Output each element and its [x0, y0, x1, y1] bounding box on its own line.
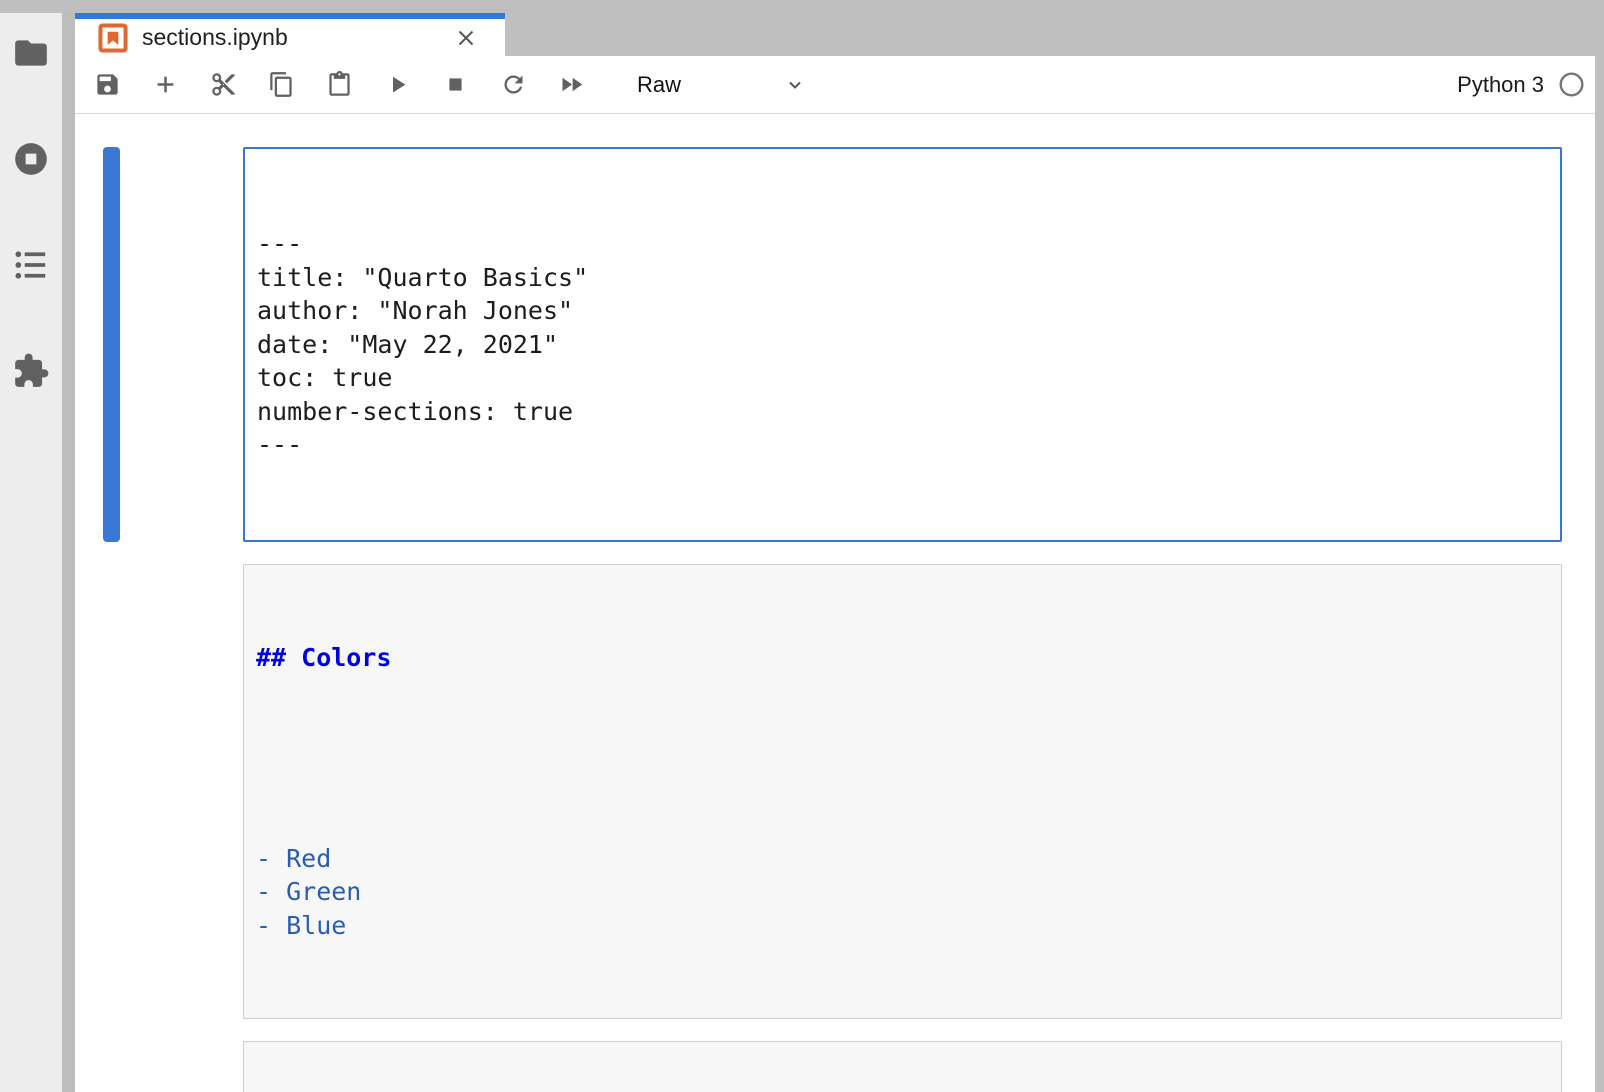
markdown-cell-shapes: ## Shapes - Square - Circle - Triangle [103, 1041, 1595, 1092]
notebook-content: --- title: "Quarto Basics" author: "Nora… [75, 114, 1595, 1092]
play-icon [384, 71, 411, 98]
cut-cells-button[interactable] [207, 69, 239, 101]
cell-type-dropdown[interactable]: Raw [637, 72, 807, 98]
cell-collapser[interactable] [103, 564, 120, 1020]
run-cell-button[interactable] [381, 69, 413, 101]
copy-cells-button[interactable] [265, 69, 297, 101]
kernel-indicator: Python 3 [1457, 71, 1585, 98]
markdown-heading: ## Colors [256, 641, 1551, 675]
tab-sections-ipynb[interactable]: sections.ipynb [75, 13, 505, 56]
blank-line [256, 741, 1551, 775]
raw-cell-editor[interactable]: --- title: "Quarto Basics" author: "Nora… [243, 147, 1562, 542]
window-right-edge [1595, 0, 1604, 1092]
sidebar-item-file-browser[interactable] [11, 33, 51, 73]
sidebar-item-table-of-contents[interactable] [11, 245, 51, 285]
markdown-cell-editor[interactable]: ## Shapes - Square - Circle - Triangle [243, 1041, 1562, 1092]
close-icon[interactable] [453, 25, 479, 51]
markdown-cell-colors: ## Colors - Red - Green - Blue [103, 564, 1595, 1020]
markdown-list: - Red - Green - Blue [256, 842, 1551, 943]
cell-prompt [120, 564, 243, 1020]
restart-kernel-button[interactable] [497, 69, 529, 101]
interrupt-kernel-button[interactable] [439, 69, 471, 101]
raw-cell-source: --- title: "Quarto Basics" author: "Nora… [257, 227, 1550, 462]
cell-collapser[interactable] [103, 147, 120, 542]
tab-title: sections.ipynb [142, 24, 288, 51]
restart-run-all-button[interactable] [555, 69, 587, 101]
paste-cells-button[interactable] [323, 69, 355, 101]
cell-prompt [120, 1041, 243, 1092]
restart-icon [500, 71, 527, 98]
notebook-icon [97, 22, 129, 54]
cell-prompt [120, 147, 243, 542]
save-icon [94, 71, 121, 98]
plus-icon [152, 71, 179, 98]
clipboard-icon [326, 71, 353, 98]
save-button[interactable] [91, 69, 123, 101]
sidebar-item-running-sessions[interactable] [11, 139, 51, 179]
stop-circle-icon [12, 140, 50, 178]
stop-icon [442, 71, 469, 98]
kernel-name[interactable]: Python 3 [1457, 72, 1544, 98]
list-icon [12, 246, 50, 284]
folder-icon [12, 34, 50, 72]
notebook-panel: sections.ipynb [75, 0, 1595, 1092]
sidebar-item-extensions[interactable] [11, 351, 51, 391]
cell-type-value: Raw [637, 72, 681, 98]
chevron-down-icon [783, 73, 807, 97]
scissors-icon [210, 71, 237, 98]
markdown-cell-editor[interactable]: ## Colors - Red - Green - Blue [243, 564, 1562, 1020]
insert-cell-button[interactable] [149, 69, 181, 101]
copy-icon [268, 71, 295, 98]
fast-forward-icon [558, 71, 585, 98]
sidebar-splitter[interactable] [62, 13, 75, 1092]
notebook-toolbar: Raw Python 3 [75, 56, 1595, 114]
raw-cell-frontmatter: --- title: "Quarto Basics" author: "Nora… [103, 147, 1595, 542]
activity-sidebar [0, 13, 62, 1092]
puzzle-icon [12, 352, 50, 390]
cell-collapser[interactable] [103, 1041, 120, 1092]
kernel-idle-circle-icon [1558, 71, 1585, 98]
